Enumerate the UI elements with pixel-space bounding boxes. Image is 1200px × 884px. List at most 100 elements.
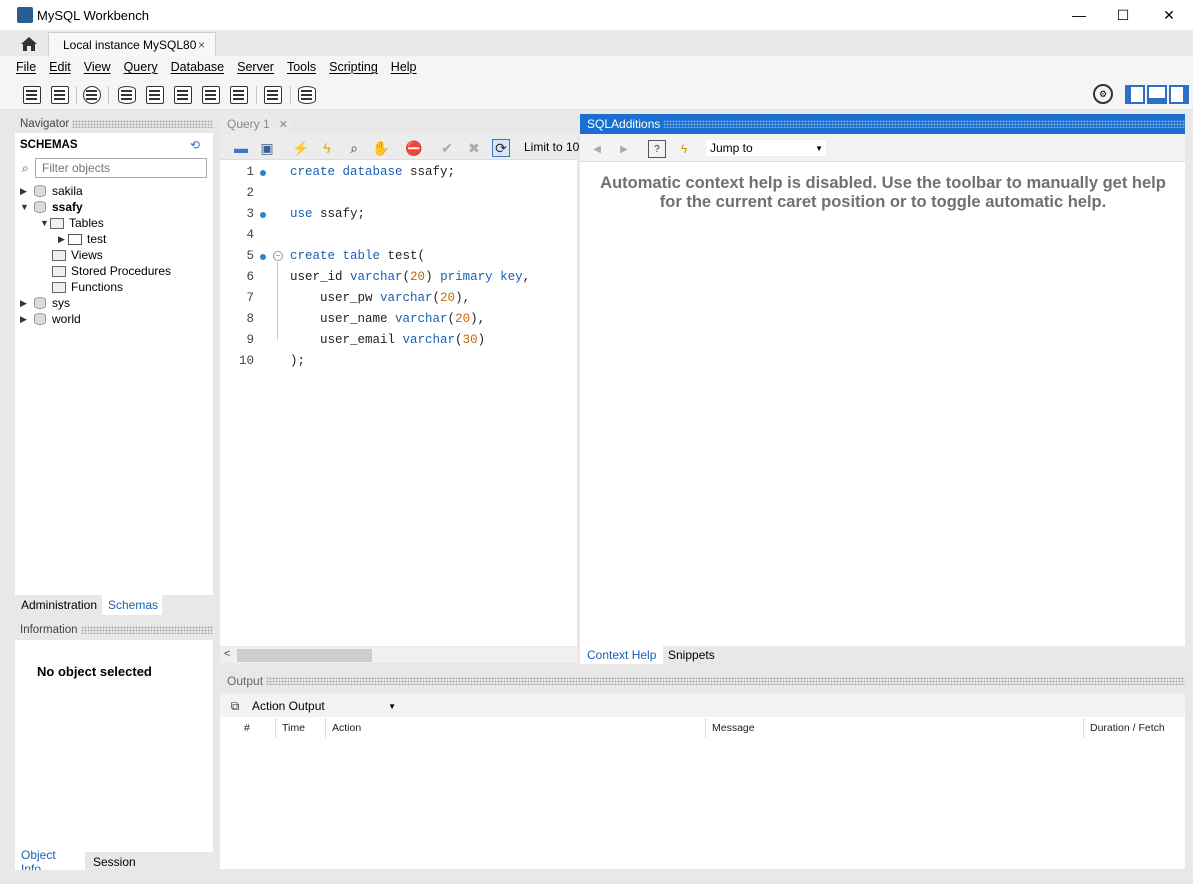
home-tab[interactable] — [13, 32, 45, 56]
scrollbar-thumb[interactable] — [237, 649, 372, 662]
tree-tables[interactable]: ▼ Tables — [40, 215, 104, 231]
tab-administration[interactable]: Administration — [15, 595, 103, 615]
schema-sys[interactable]: ▶ sys — [20, 295, 70, 311]
create-schema-icon[interactable] — [116, 84, 138, 106]
forward-icon[interactable]: ▶ — [615, 140, 633, 158]
column-header-action[interactable]: Action — [326, 718, 706, 738]
minimize-button[interactable]: — — [1056, 0, 1102, 30]
tab-schemas[interactable]: Schemas — [102, 595, 162, 615]
expand-icon[interactable]: ▶ — [20, 298, 30, 309]
tree-views[interactable]: Views — [52, 247, 103, 263]
menu-view[interactable]: View — [84, 60, 111, 74]
commit-icon[interactable]: ✔ — [438, 139, 456, 157]
connection-tab[interactable]: Local instance MySQL80 × — [48, 32, 216, 56]
filter-objects-input[interactable] — [35, 158, 207, 178]
autocommit-icon[interactable]: ⟳ — [492, 139, 510, 157]
execute-current-icon[interactable]: ϟ — [318, 139, 336, 157]
create-procedure-icon[interactable] — [200, 84, 222, 106]
back-icon[interactable]: ◀ — [588, 140, 606, 158]
toggle-sidebar-button[interactable] — [1125, 85, 1145, 104]
new-sql-tab-icon[interactable] — [21, 84, 43, 106]
save-icon[interactable]: ▣ — [258, 139, 276, 157]
functions-folder-icon — [52, 281, 66, 293]
limit-rows-select[interactable]: Limit to 10 — [524, 140, 579, 154]
close-query-tab-icon[interactable]: ✕ — [279, 118, 288, 131]
tree-functions[interactable]: Functions — [52, 279, 123, 295]
menu-tools[interactable]: Tools — [287, 60, 316, 74]
jump-to-select[interactable]: Jump to ▼ — [705, 139, 827, 157]
rollback-icon[interactable]: ✖ — [465, 139, 483, 157]
gear-icon[interactable]: ⚙ — [1093, 84, 1113, 104]
context-help-message: Automatic context help is disabled. Use … — [600, 174, 1166, 211]
tab-snippets[interactable]: Snippets — [661, 646, 722, 664]
navigator-title: Navigator — [20, 118, 70, 130]
open-sql-script-icon[interactable] — [49, 84, 71, 106]
close-tab-icon[interactable]: × — [198, 38, 205, 52]
explain-icon[interactable]: ⌕ — [345, 139, 363, 157]
collapse-icon[interactable]: ▼ — [40, 218, 50, 228]
tab-session[interactable]: Session — [87, 852, 142, 872]
schema-label: world — [52, 312, 81, 326]
maximize-button[interactable]: ☐ — [1100, 0, 1146, 30]
menu-database[interactable]: Database — [171, 60, 225, 74]
tab-object-info[interactable]: Object Info — [15, 848, 85, 876]
schema-world[interactable]: ▶ world — [20, 311, 81, 327]
copy-icon[interactable]: ⧉ — [226, 697, 244, 715]
tree-table-test[interactable]: ▶ test — [58, 231, 106, 247]
reconnect-icon[interactable] — [296, 84, 318, 106]
menu-server[interactable]: Server — [237, 60, 274, 74]
sql-editor[interactable] — [220, 160, 577, 646]
output-type-select[interactable]: Action Output ▼ — [248, 697, 396, 715]
status-bar — [0, 870, 1193, 884]
column-header-time[interactable]: Time — [276, 718, 326, 738]
manual-help-icon[interactable]: ? — [648, 140, 666, 158]
schema-sakila[interactable]: ▶ sakila — [20, 183, 83, 199]
output-header: Output — [220, 672, 1185, 690]
line-number: 9 — [246, 333, 254, 347]
line-number: 5 — [246, 249, 254, 263]
no-object-message: No object selected — [37, 664, 152, 679]
search-table-data-icon[interactable] — [262, 84, 284, 106]
menu-scripting[interactable]: Scripting — [329, 60, 378, 74]
inspector-icon[interactable] — [81, 84, 103, 106]
create-function-icon[interactable] — [228, 84, 250, 106]
collapse-icon[interactable]: ▼ — [20, 202, 30, 212]
schema-ssafy[interactable]: ▼ ssafy — [20, 199, 83, 215]
column-header-number[interactable]: # — [238, 718, 276, 738]
menu-edit[interactable]: Edit — [49, 60, 71, 74]
tree-stored-procedures[interactable]: Stored Procedures — [52, 263, 171, 279]
toggle-error-icon[interactable]: ⛔ — [405, 139, 423, 157]
auto-help-icon[interactable]: ϟ — [675, 140, 693, 158]
chevron-down-icon: ▼ — [815, 143, 823, 153]
line-number: 2 — [246, 186, 254, 200]
expand-icon[interactable]: ▶ — [58, 234, 68, 245]
sql-additions-header: SQLAdditions — [580, 114, 1185, 134]
fold-toggle-icon[interactable]: − — [273, 251, 283, 261]
expand-icon[interactable]: ▶ — [20, 186, 30, 197]
expand-icon[interactable]: ▶ — [20, 314, 30, 325]
stop-icon[interactable]: ✋ — [372, 139, 390, 157]
refresh-icon[interactable]: ⟲ — [190, 138, 200, 152]
create-table-icon[interactable] — [144, 84, 166, 106]
search-icon: ⌕ — [22, 161, 29, 175]
navigator-header: Navigator — [15, 115, 213, 133]
tab-context-help[interactable]: Context Help — [580, 646, 664, 664]
create-view-icon[interactable] — [172, 84, 194, 106]
query-tab[interactable]: Query 1 ✕ — [220, 114, 292, 134]
open-file-icon[interactable]: ▬ — [232, 139, 250, 157]
menu-file[interactable]: File — [16, 60, 36, 74]
column-header-duration[interactable]: Duration / Fetch — [1084, 718, 1185, 738]
menu-help[interactable]: Help — [391, 60, 417, 74]
tree-label: test — [87, 232, 107, 246]
toggle-output-button[interactable] — [1147, 85, 1167, 104]
window-title: MySQL Workbench — [37, 8, 149, 23]
line-number: 1 — [246, 165, 254, 179]
toggle-secondary-sidebar-button[interactable] — [1169, 85, 1189, 104]
execute-icon[interactable]: ⚡ — [292, 139, 310, 157]
code-line: user_name varchar(20), — [290, 312, 486, 326]
connection-tab-label: Local instance MySQL80 — [63, 37, 197, 52]
close-button[interactable]: ✕ — [1146, 0, 1192, 30]
column-header-message[interactable]: Message — [706, 718, 1084, 738]
scroll-left-icon[interactable]: < — [224, 648, 230, 660]
menu-query[interactable]: Query — [124, 60, 158, 74]
